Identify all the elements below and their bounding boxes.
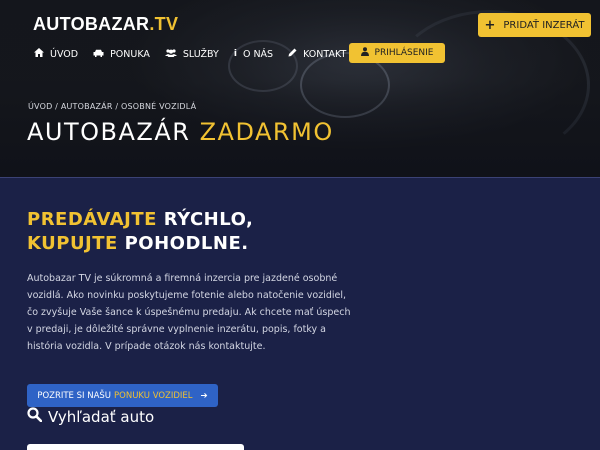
nav-label: O NÁS <box>242 48 274 60</box>
breadcrumb[interactable]: ÚVOD / AUTOBAZÁR / OSOBNÉ VOZIDLÁ <box>28 102 196 111</box>
users-icon <box>164 48 177 60</box>
title-part1: AUTOBAZÁR <box>27 118 191 146</box>
nav-item-services[interactable]: SLUŽBY <box>164 48 219 60</box>
nav-label: ÚVOD <box>50 48 79 60</box>
plus-icon: + <box>484 17 496 33</box>
title-part2: ZADARMO <box>199 118 334 146</box>
view-offer-button[interactable]: POZRITE SI NAŠU PONUKU VOZIDIEL ➔ <box>27 384 218 407</box>
pencil-icon <box>288 48 297 60</box>
section-divider <box>0 177 600 178</box>
nav-label: KONTAKT <box>303 48 347 60</box>
car-icon <box>93 49 104 60</box>
intro-rest-1: RÝCHLO, <box>163 209 254 230</box>
arrow-right-icon: ➔ <box>200 390 208 401</box>
search-icon <box>27 407 43 426</box>
offer-prefix: POZRITE SI NAŠU <box>37 390 112 401</box>
intro-accent-2: KUPUJTE <box>27 233 118 254</box>
add-listing-label: PRIDAŤ INZERÁT <box>503 19 585 31</box>
about-paragraph: Autobazar TV je súkromná a firemná inzer… <box>27 273 351 352</box>
nav-item-offer[interactable]: PONUKA <box>93 49 150 60</box>
home-icon <box>34 48 44 60</box>
search-title: Vyhľadať auto <box>48 407 155 426</box>
add-listing-button[interactable]: + PRIDAŤ INZERÁT <box>478 13 591 37</box>
intro-rest-2: POHODLNE. <box>124 233 249 254</box>
login-label: PRIHLÁSENIE <box>374 48 434 58</box>
nav-label: PONUKA <box>110 48 150 60</box>
nav-item-about[interactable]: i O NÁS <box>234 49 273 60</box>
intro-accent-1: PREDÁVAJTE <box>27 209 157 230</box>
user-icon <box>360 47 369 59</box>
search-input[interactable] <box>27 444 244 450</box>
site-logo[interactable]: AUTOBAZAR.TV <box>33 14 178 35</box>
offer-accent: PONUKU VOZIDIEL <box>114 390 193 401</box>
login-button[interactable]: PRIHLÁSENIE <box>349 43 445 63</box>
logo-name: AUTOBAZAR <box>33 14 150 34</box>
page-title: AUTOBAZÁR ZADARMO <box>27 118 334 146</box>
search-heading: Vyhľadať auto <box>27 407 154 426</box>
main-nav: ÚVOD PONUKA SLUŽBY i O NÁS KONTAKT <box>34 48 361 60</box>
info-icon: i <box>233 49 237 59</box>
nav-item-home[interactable]: ÚVOD <box>34 48 78 60</box>
nav-label: SLUŽBY <box>182 48 219 60</box>
nav-item-contact[interactable]: KONTAKT <box>288 48 346 60</box>
intro-heading: PREDÁVAJTE RÝCHLO, KUPUJTE POHODLNE. <box>27 208 253 256</box>
logo-suffix: .TV <box>149 14 179 34</box>
